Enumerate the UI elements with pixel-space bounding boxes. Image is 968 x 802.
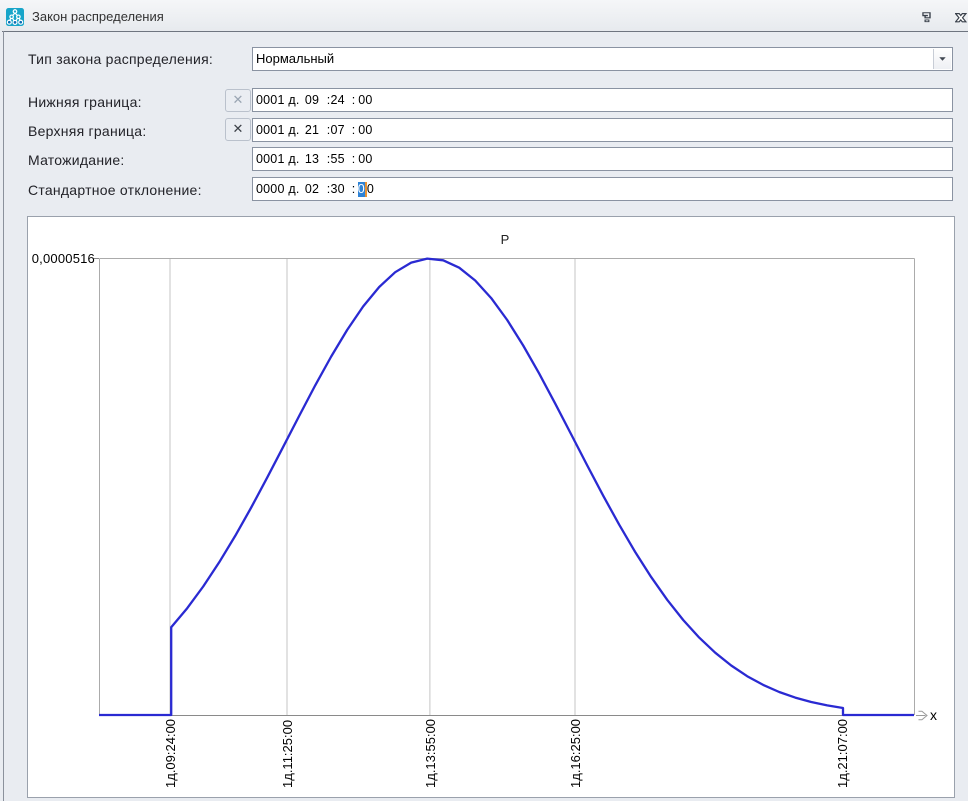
svg-text:P: P [501,232,510,247]
svg-text:1д.09:24:00: 1д.09:24:00 [163,719,178,788]
svg-text:1д.11:25:00: 1д.11:25:00 [280,720,295,788]
svg-text:x: x [930,707,937,723]
svg-text:1д.13:55:00: 1д.13:55:00 [423,719,438,788]
svg-text:1д.16:25:00: 1д.16:25:00 [568,719,583,788]
svg-text:1д.21:07:00: 1д.21:07:00 [835,719,850,788]
svg-text:0,0000516: 0,0000516 [32,251,95,266]
